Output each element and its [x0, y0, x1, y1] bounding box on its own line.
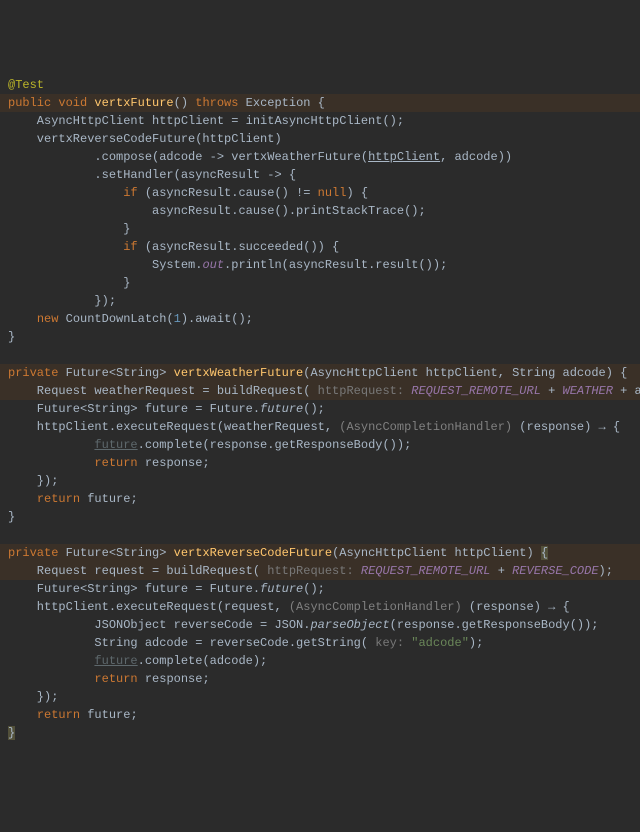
- code-line: JSONObject reverseCode = JSON.parseObjec…: [8, 618, 599, 632]
- code-line: }: [8, 222, 130, 236]
- code-line: System.out.println(asyncResult.result())…: [8, 258, 447, 272]
- code-line: }: [8, 276, 130, 290]
- param-hint: httpRequest:: [260, 564, 361, 578]
- code-line: return future;: [8, 708, 138, 722]
- code-line: httpClient.executeRequest(request, (Asyn…: [8, 600, 570, 614]
- code-line: Request weatherRequest = buildRequest( h…: [0, 382, 640, 400]
- code-line: return response;: [8, 456, 210, 470]
- code-line: asyncResult.cause().printStackTrace();: [8, 204, 426, 218]
- cast-hint: (AsyncCompletionHandler): [289, 600, 462, 614]
- code-line: Request request = buildRequest( httpRequ…: [0, 562, 640, 580]
- code-line: httpClient.executeRequest(weatherRequest…: [8, 420, 620, 434]
- code-line: });: [8, 690, 58, 704]
- code-line: return response;: [8, 672, 210, 686]
- code-line: Future<String> future = Future.future();: [8, 402, 325, 416]
- line-method-signature: public void vertxFuture() throws Excepti…: [0, 94, 640, 112]
- var-future: future: [94, 654, 137, 668]
- code-line: .setHandler(asyncResult -> {: [8, 168, 296, 182]
- code-line: AsyncHttpClient httpClient = initAsyncHt…: [8, 114, 404, 128]
- cast-hint: (AsyncCompletionHandler): [339, 420, 512, 434]
- code-line: return future;: [8, 492, 138, 506]
- code-editor[interactable]: @Test public void vertxFuture() throws E…: [8, 76, 632, 742]
- code-line: if (asyncResult.succeeded()) {: [8, 240, 339, 254]
- code-line: .compose(adcode -> vertxWeatherFuture(ht…: [8, 150, 512, 164]
- annotation: @Test: [8, 78, 44, 92]
- code-line: new CountDownLatch(1).await();: [8, 312, 253, 326]
- code-line: future.complete(response.getResponseBody…: [8, 438, 411, 452]
- code-line: }: [8, 510, 15, 524]
- code-line: String adcode = reverseCode.getString( k…: [8, 636, 483, 650]
- code-line: });: [8, 294, 116, 308]
- param-hint: key:: [368, 636, 411, 650]
- code-line: }: [8, 330, 15, 344]
- code-line: future.complete(adcode);: [8, 654, 267, 668]
- code-line: vertxReverseCodeFuture(httpClient): [8, 132, 282, 146]
- line-method-signature: private Future<String> vertxWeatherFutur…: [0, 364, 640, 382]
- param-httpClient: httpClient: [368, 150, 440, 164]
- brace-close: }: [8, 726, 15, 740]
- line-method-signature: private Future<String> vertxReverseCodeF…: [0, 544, 640, 562]
- code-line: Future<String> future = Future.future();: [8, 582, 325, 596]
- var-future: future: [94, 438, 137, 452]
- code-line: if (asyncResult.cause() != null) {: [8, 186, 368, 200]
- param-hint: httpRequest:: [310, 384, 411, 398]
- code-line: });: [8, 474, 58, 488]
